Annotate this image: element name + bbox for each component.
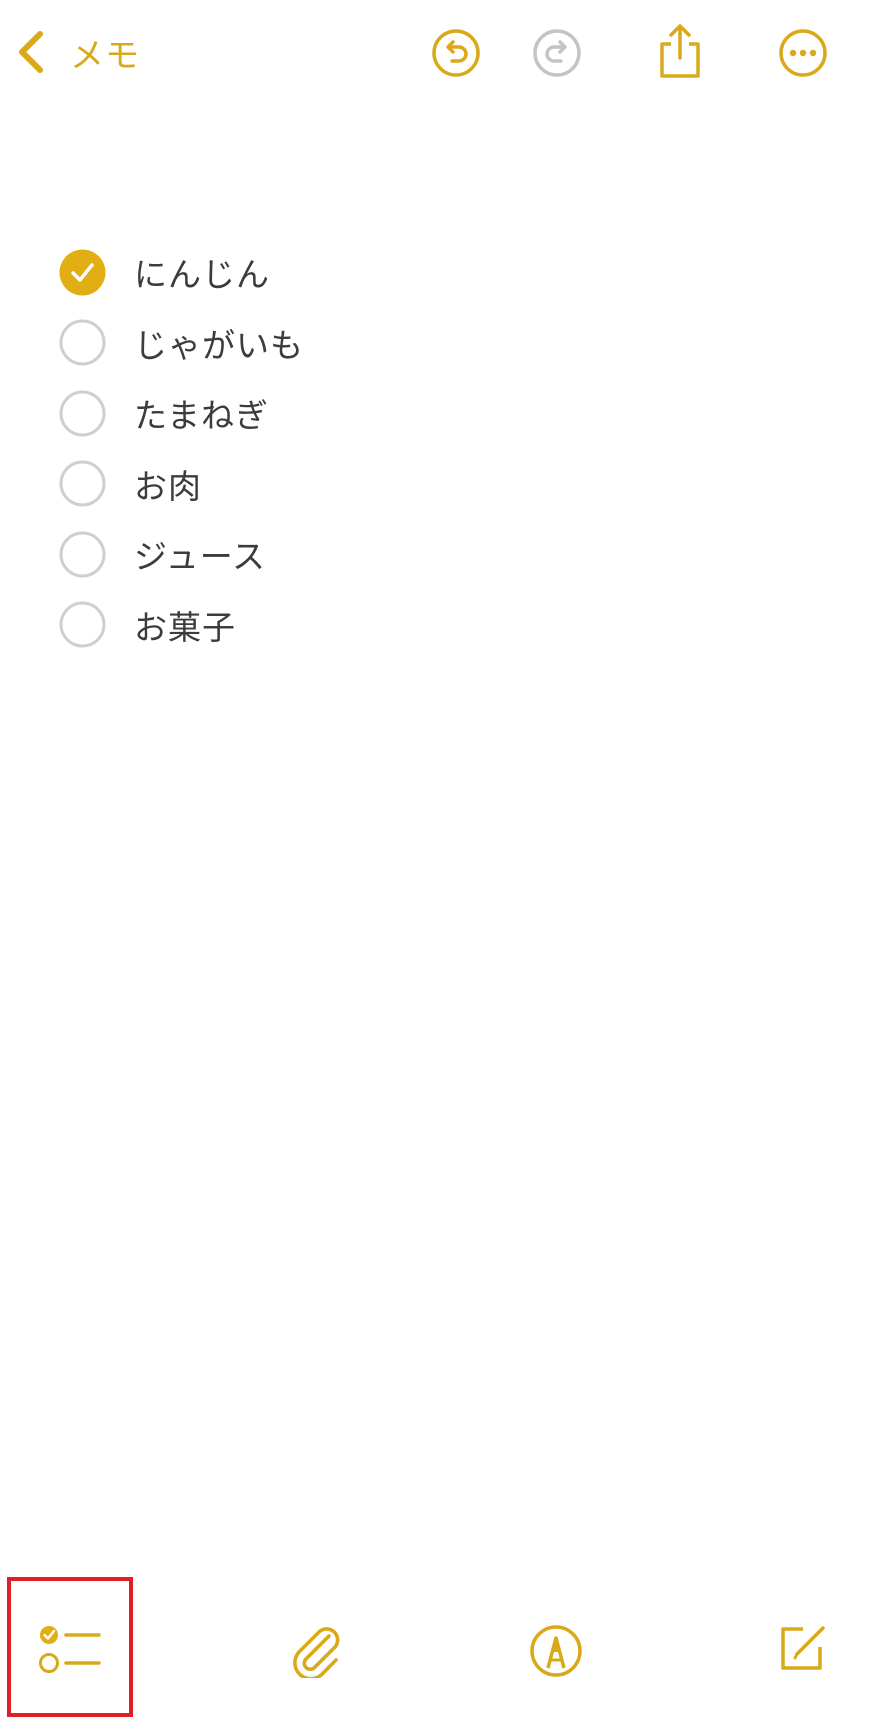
navigation-bar: メモ xyxy=(0,0,869,110)
undo-button[interactable] xyxy=(430,27,482,79)
checklist-item: お肉 xyxy=(59,449,759,520)
checkbox-unchecked[interactable] xyxy=(59,460,106,507)
share-icon xyxy=(660,24,700,78)
checklist-item: じゃがいも xyxy=(59,308,759,379)
share-button[interactable] xyxy=(654,22,706,80)
checklist-item: にんじん xyxy=(59,237,759,308)
checklist-item: たまねぎ xyxy=(59,378,759,449)
bottom-toolbar xyxy=(0,1570,869,1719)
back-label: メモ xyxy=(70,35,140,76)
redo-icon xyxy=(533,29,581,77)
checklist: にんじん じゃがいも たまねぎ お肉 ジュース お菓子 xyxy=(59,237,759,660)
ellipsis-circle-icon xyxy=(779,29,827,77)
markup-pen-icon xyxy=(530,1625,582,1677)
paperclip-icon xyxy=(293,1627,340,1678)
chevron-left-icon xyxy=(19,31,43,73)
checklist-item-label[interactable]: たまねぎ xyxy=(134,389,269,437)
checklist-item: ジュース xyxy=(59,519,759,590)
empty-circle-icon xyxy=(59,531,106,578)
attach-button[interactable] xyxy=(289,1622,343,1678)
checklist-item-label[interactable]: お菓子 xyxy=(134,601,236,649)
checkbox-unchecked[interactable] xyxy=(59,601,106,648)
checkmark-circle-icon xyxy=(59,249,106,296)
empty-circle-icon xyxy=(59,460,106,507)
redo-button[interactable] xyxy=(531,27,583,79)
checklist-item-label[interactable]: お肉 xyxy=(134,460,202,508)
checklist-item: お菓子 xyxy=(59,590,759,661)
checkbox-unchecked[interactable] xyxy=(59,319,106,366)
more-button[interactable] xyxy=(777,27,829,79)
compose-icon xyxy=(781,1626,825,1670)
checkbox-unchecked[interactable] xyxy=(59,390,106,437)
markup-button[interactable] xyxy=(529,1624,583,1678)
checklist-item-label[interactable]: ジュース xyxy=(134,530,266,578)
checklist-item-label[interactable]: じゃがいも xyxy=(134,319,304,367)
empty-circle-icon xyxy=(59,390,106,437)
checklist-item-label[interactable]: にんじん xyxy=(134,248,270,296)
undo-icon xyxy=(432,29,480,77)
empty-circle-icon xyxy=(59,601,106,648)
checklist-button[interactable] xyxy=(7,1577,133,1717)
checkbox-checked[interactable] xyxy=(59,249,106,296)
checklist-icon xyxy=(39,1626,101,1673)
back-button[interactable]: メモ xyxy=(14,22,140,82)
checkbox-unchecked[interactable] xyxy=(59,531,106,578)
empty-circle-icon xyxy=(59,319,106,366)
compose-button[interactable] xyxy=(777,1622,827,1672)
